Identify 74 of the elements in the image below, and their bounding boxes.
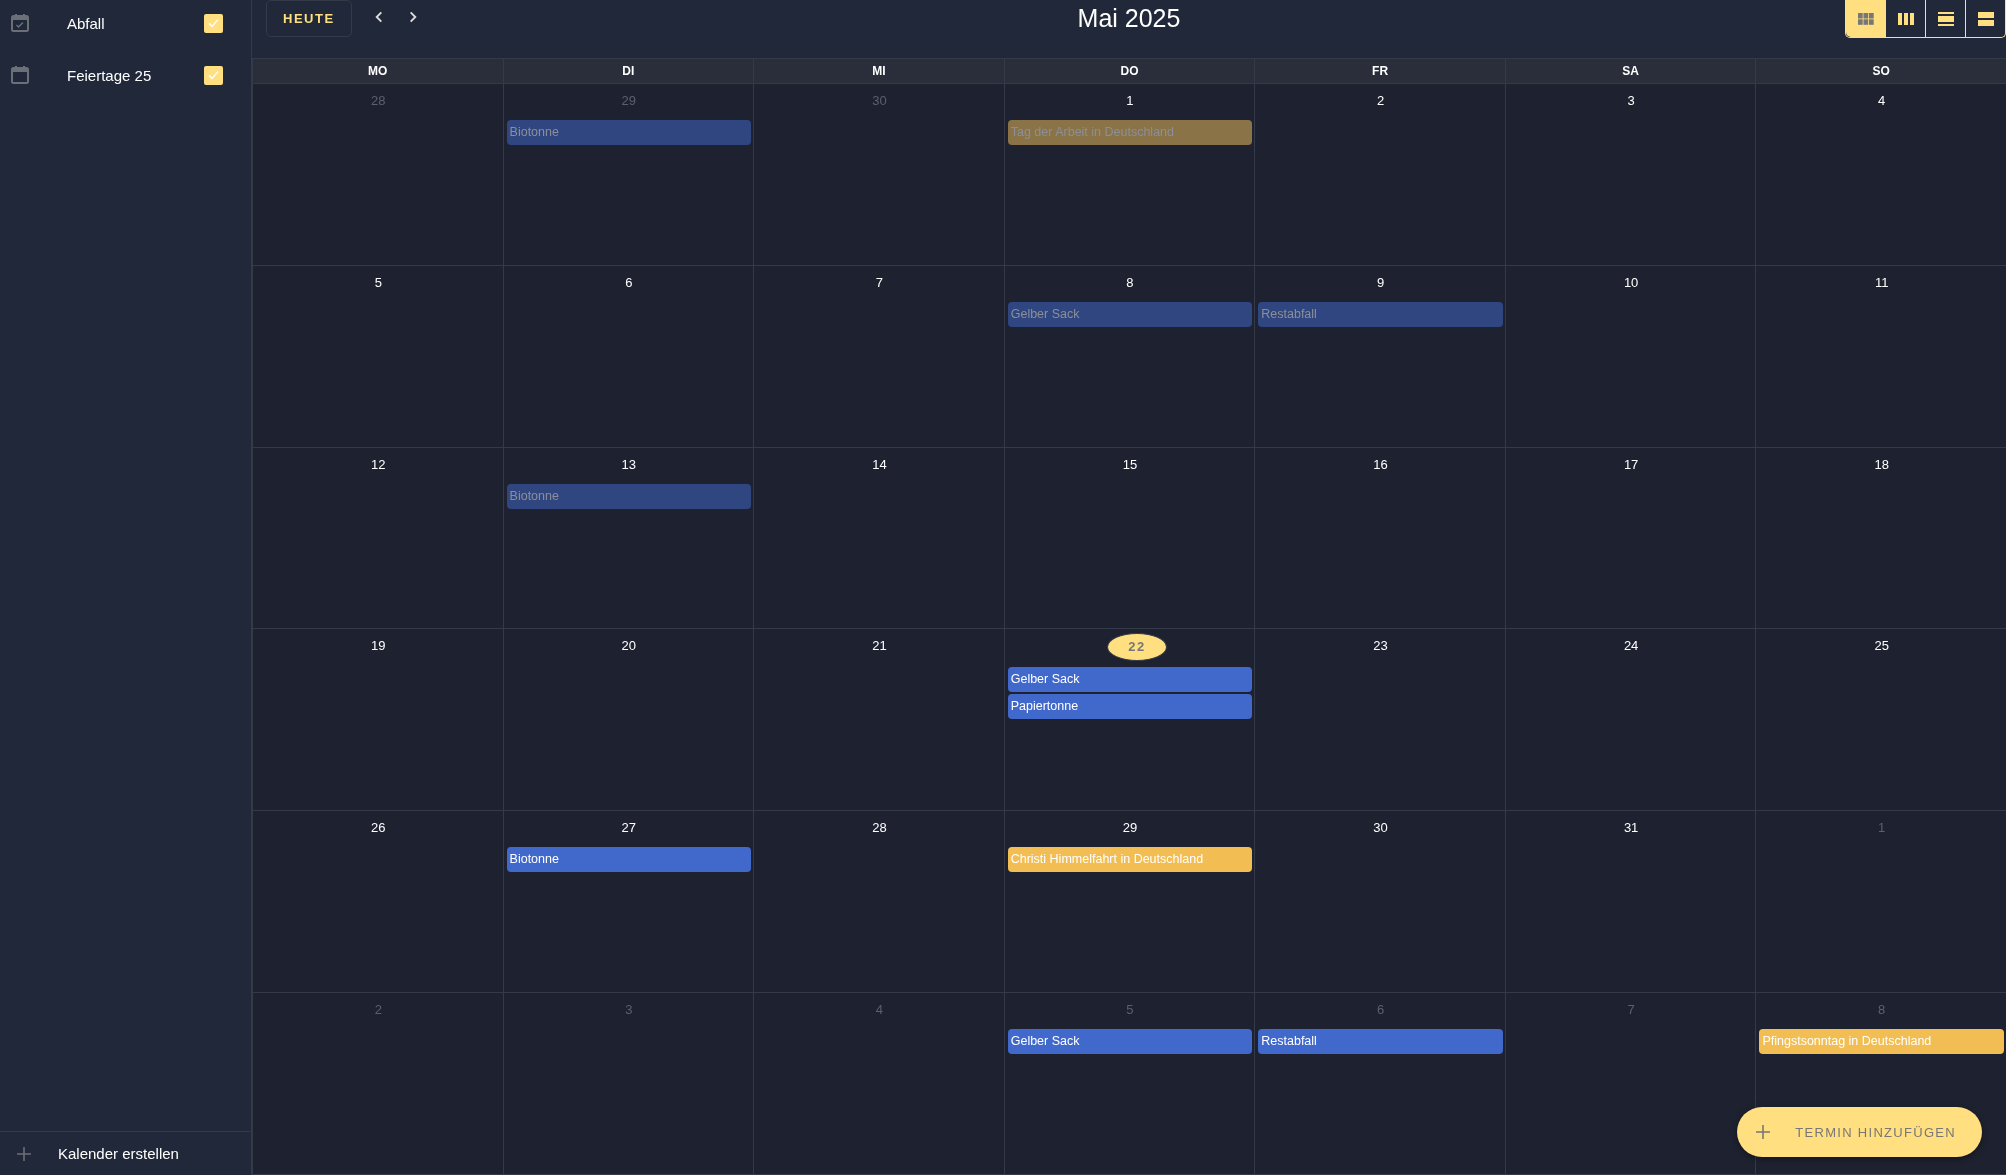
rows-icon [1937,11,1954,26]
add-event-button[interactable]: TERMIN HINZUFÜGEN [1737,1107,1982,1157]
date-number: 6 [1375,1001,1386,1020]
calendar-name: Feiertage 25 [67,66,153,84]
date-number: 1 [1877,819,1887,838]
date-number: 25 [1873,637,1890,656]
date-number: 2 [373,1001,383,1020]
date-number: 15 [1121,455,1139,474]
date-number: 3 [1626,92,1636,110]
date-number: 8 [1877,1001,1887,1020]
date-number: 17 [1622,455,1640,474]
date-number: 9 [1375,273,1386,292]
date-number: 14 [871,455,888,474]
today-button[interactable]: HEUTE [266,0,352,37]
date-number: 1 [1125,92,1135,110]
weekday-header: MO [252,59,503,83]
date-number: 27 [620,819,638,838]
date-number: 30 [871,92,888,110]
date-number: 3 [624,1001,634,1020]
weekday-header: DO [1003,59,1255,83]
date-number: 24 [1622,637,1640,656]
create-calendar-button[interactable]: Kalender erstellen [0,1131,251,1175]
month-title: Mai 2025 [1077,4,1181,33]
date-number: 29 [620,92,638,110]
plus-icon [16,1145,32,1162]
date-number: 29 [1121,819,1139,838]
today-date: 22 [1107,633,1167,662]
event-chip[interactable]: Gelber Sack [1007,301,1253,327]
calendar-checkbox[interactable] [204,65,223,85]
date-number: 19 [370,637,387,656]
date-number: 21 [871,637,888,656]
date-number: 4 [1877,92,1887,110]
date-number: 11 [1873,273,1890,292]
date-number: 31 [1622,819,1640,838]
weekday-header: MI [753,59,1004,83]
date-number: 26 [370,819,387,838]
event-chip[interactable]: Gelber Sack [1007,667,1253,693]
date-number: 7 [1626,1001,1636,1020]
event-chip[interactable]: Papiertonne [1007,694,1253,720]
list-icon [1977,11,1994,26]
event-chip[interactable]: Biotonne [506,847,752,873]
calendar-icon [10,65,30,85]
calendar-check-icon [10,13,30,33]
date-number: 5 [1125,1001,1135,1020]
columns-icon [1897,12,1914,25]
event-chip[interactable]: Biotonne [506,483,752,509]
date-number: 5 [373,273,383,292]
date-number: 16 [1372,455,1389,474]
date-number: 18 [1873,455,1890,474]
date-number: 7 [874,273,885,292]
date-number: 4 [874,1001,885,1020]
plus-icon [1755,1124,1772,1140]
weekday-header: DI [502,59,754,83]
date-number: 8 [1125,273,1135,292]
date-number: 28 [871,819,888,838]
date-number: 30 [1372,819,1389,838]
grid-icon [1857,12,1874,25]
calendar-name: Abfall [67,14,106,32]
calendar-checkbox[interactable] [204,13,223,33]
date-number: 13 [620,455,638,474]
event-chip[interactable]: Biotonne [506,120,752,145]
event-chip[interactable]: Gelber Sack [1007,1029,1253,1055]
date-number: 10 [1622,273,1640,292]
date-number: 12 [370,455,387,474]
event-chip[interactable]: Restabfall [1258,1029,1503,1055]
date-number: 23 [1372,637,1389,656]
weekday-header: FR [1254,59,1505,83]
date-number: 28 [370,92,387,110]
date-number: 6 [624,273,634,292]
weekday-header: SO [1755,59,2006,83]
date-number: 20 [620,637,638,656]
event-chip[interactable]: Restabfall [1258,301,1503,327]
weekday-header: SA [1504,59,1756,83]
date-number: 2 [1375,92,1386,110]
